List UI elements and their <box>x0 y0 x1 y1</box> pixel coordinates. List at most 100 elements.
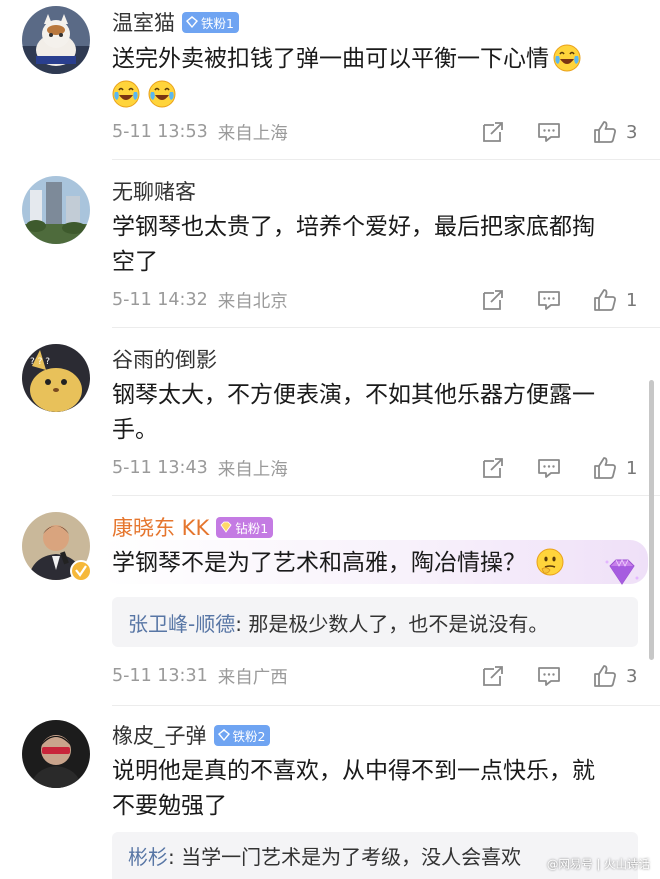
comment-item: 无聊赌客 学钢琴也太贵了，培养个爱好，最后把家底都掏 空了 5-11 14:32… <box>0 160 660 328</box>
name-row: 无聊赌客 <box>112 176 196 206</box>
comment-icon <box>538 667 560 686</box>
comment-actions: 3 <box>450 118 638 146</box>
comment-actions: 1 <box>450 286 638 314</box>
comment-item: 康晓东 KK 钻粉1 学钢琴不是为了艺术和高雅，陶冶情操？ 张卫峰-顺德: 那是… <box>0 496 660 706</box>
scrollbar[interactable] <box>649 380 654 660</box>
comment-meta: 5-11 13:43 来自上海 <box>112 454 288 482</box>
avatar[interactable] <box>22 176 90 244</box>
repost-button[interactable] <box>480 663 506 689</box>
reply-button[interactable] <box>536 119 562 145</box>
diamond-badge-icon <box>219 520 233 534</box>
emoji-line <box>112 78 632 113</box>
comment-text: 说明他是真的不喜欢，从中得不到一点快乐，就 不要勉强了 <box>112 754 632 824</box>
name-row: 康晓东 KK 钻粉1 <box>112 512 274 542</box>
thumbs-up-icon <box>594 665 616 687</box>
comment-location: 来自广西 <box>217 667 288 688</box>
badge-label: 铁粉2 <box>232 728 266 744</box>
thumbs-up-icon <box>594 289 616 311</box>
comment-location: 来自北京 <box>217 291 288 312</box>
comment-meta: 5-11 14:32 来自北京 <box>112 286 288 314</box>
comment-meta: 5-11 13:53 来自上海 <box>112 118 288 146</box>
name-row: 温室猫 铁粉1 <box>112 7 239 37</box>
reply-preview[interactable]: 张卫峰-顺德: 那是极少数人了，也不是说没有。 <box>112 597 638 647</box>
diamond-badge-icon <box>217 728 231 742</box>
like-count: 3 <box>626 121 638 143</box>
verified-icon <box>70 560 92 582</box>
repost-icon <box>483 122 503 142</box>
reply-username[interactable]: 张卫峰-顺德 <box>128 608 235 637</box>
laughing-crying-emoji-icon <box>148 80 176 108</box>
avatar[interactable] <box>22 6 90 74</box>
comment-text-line: 空了 <box>112 249 158 275</box>
comment-time: 5-11 13:43 <box>112 458 208 478</box>
like-count: 1 <box>626 457 638 479</box>
repost-icon <box>483 290 503 310</box>
repost-button[interactable] <box>480 119 506 145</box>
watermark: @网易号 | 火山诗话 <box>546 857 650 871</box>
like-button[interactable]: 3 <box>592 119 638 145</box>
avatar[interactable] <box>22 720 90 788</box>
laughing-crying-emoji-icon <box>553 44 581 72</box>
name-row: 谷雨的倒影 <box>112 344 217 374</box>
comment-time: 5-11 13:31 <box>112 666 208 686</box>
comment-location: 来自上海 <box>217 459 288 480</box>
svg-text:? ? ?: ? ? ? <box>30 357 50 367</box>
comment-text: 学钢琴也太贵了，培养个爱好，最后把家底都掏 空了 <box>112 210 632 280</box>
username[interactable]: 无聊赌客 <box>112 176 196 206</box>
comment-item: 温室猫 铁粉1 送完外卖被扣钱了弹一曲可以平衡一下心情 5-11 13:53 来… <box>0 0 660 165</box>
diamond-gem-icon <box>602 556 642 590</box>
comment-text-line: 说明他是真的不喜欢，从中得不到一点快乐，就 <box>112 758 595 784</box>
comment-actions: 3 <box>450 662 638 690</box>
fan-badge[interactable]: 钻粉1 <box>216 516 274 538</box>
avatar[interactable]: ? ? ? <box>22 344 90 412</box>
comment-text-line: 送完外卖被扣钱了弹一曲可以平衡一下心情 <box>112 46 549 72</box>
username[interactable]: 谷雨的倒影 <box>112 344 217 374</box>
reply-text: : 当学一门艺术是为了考级，没人会喜欢 <box>168 845 522 869</box>
comment-text-line: 不要勉强了 <box>112 793 227 819</box>
comment-item: 橡皮_子弹 铁粉2 说明他是真的不喜欢，从中得不到一点快乐，就 不要勉强了 彬杉… <box>0 706 660 879</box>
comment-icon <box>538 291 560 310</box>
badge-label: 钻粉1 <box>235 520 269 536</box>
like-button[interactable]: 3 <box>592 663 638 689</box>
reply-button[interactable] <box>536 663 562 689</box>
repost-icon <box>483 458 503 478</box>
comment-text-line: 学钢琴也太贵了，培养个爱好，最后把家底都掏 <box>112 214 595 240</box>
like-button[interactable]: 1 <box>592 287 638 313</box>
comment-text-line: 钢琴太大，不方便表演，不如其他乐器方便露一 <box>112 382 595 408</box>
comment-icon <box>538 123 560 142</box>
repost-icon <box>483 666 503 686</box>
comment-text: 送完外卖被扣钱了弹一曲可以平衡一下心情 <box>112 42 632 77</box>
like-button[interactable]: 1 <box>592 455 638 481</box>
username[interactable]: 温室猫 <box>112 7 175 37</box>
reply-text: : 那是极少数人了，也不是说没有。 <box>235 611 549 636</box>
laughing-crying-emoji-icon <box>112 80 140 108</box>
comment-meta: 5-11 13:31 来自广西 <box>112 662 288 690</box>
badge-label: 铁粉1 <box>201 15 234 31</box>
reply-button[interactable] <box>536 287 562 313</box>
repost-button[interactable] <box>480 455 506 481</box>
comment-text: 学钢琴不是为了艺术和高雅，陶冶情操？ <box>112 546 632 581</box>
like-count: 3 <box>626 665 638 687</box>
comment-location: 来自上海 <box>217 123 288 144</box>
comment-text-line: 学钢琴不是为了艺术和高雅，陶冶情操？ <box>112 550 526 576</box>
reply-button[interactable] <box>536 455 562 481</box>
comment-time: 5-11 13:53 <box>112 122 208 142</box>
comment-text: 钢琴太大，不方便表演，不如其他乐器方便露一 手。 <box>112 378 632 448</box>
comment-text-line: 手。 <box>112 417 158 443</box>
reply-username[interactable]: 彬杉 <box>128 841 168 870</box>
comment-time: 5-11 14:32 <box>112 290 208 310</box>
thinking-emoji-icon <box>536 548 564 576</box>
repost-button[interactable] <box>480 287 506 313</box>
thumbs-up-icon <box>594 121 616 143</box>
thumbs-up-icon <box>594 457 616 479</box>
diamond-badge-icon <box>185 15 199 29</box>
comment-item: ? ? ? 谷雨的倒影 钢琴太大，不方便表演，不如其他乐器方便露一 手。 5-1… <box>0 328 660 496</box>
comment-icon <box>538 459 560 478</box>
like-count: 1 <box>626 289 638 311</box>
fan-badge[interactable]: 铁粉2 <box>213 724 271 746</box>
username[interactable]: 康晓东 KK <box>112 512 209 542</box>
name-row: 橡皮_子弹 铁粉2 <box>112 720 271 750</box>
comment-actions: 1 <box>450 454 638 482</box>
fan-badge[interactable]: 铁粉1 <box>182 11 239 33</box>
username[interactable]: 橡皮_子弹 <box>112 720 207 750</box>
